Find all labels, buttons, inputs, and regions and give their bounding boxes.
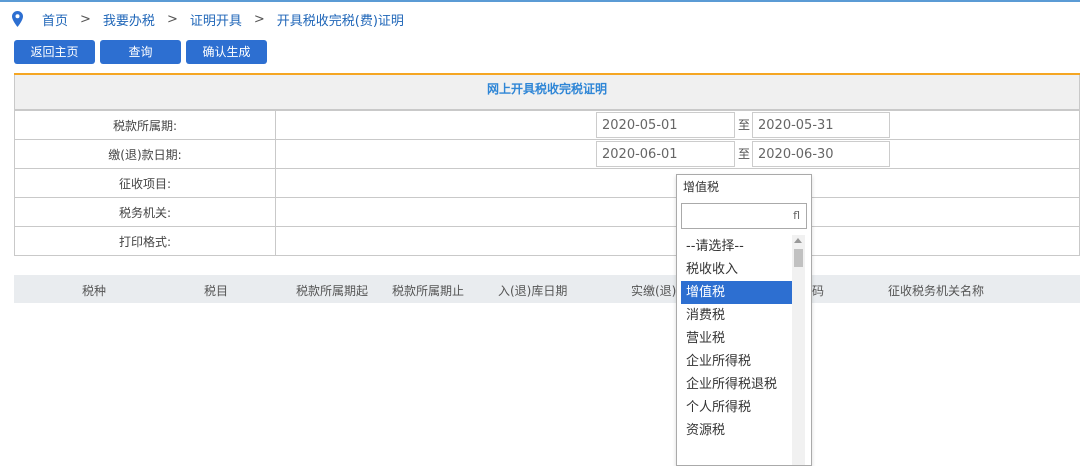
form-row-tax-office: 税务机关: bbox=[14, 197, 1080, 227]
breadcrumb-separator: > bbox=[253, 11, 265, 27]
column-header: 税种 bbox=[82, 284, 107, 298]
top-line bbox=[0, 0, 1080, 2]
pay-date-end-input[interactable]: 2020-06-30 bbox=[752, 141, 890, 167]
dropdown-scrollbar[interactable] bbox=[792, 235, 805, 465]
column-header: 税目 bbox=[204, 284, 229, 298]
tax-office-label: 税务机关: bbox=[14, 197, 276, 227]
column-header: 码 bbox=[812, 284, 825, 298]
levy-item-label: 征收项目: bbox=[14, 168, 276, 198]
back-home-button[interactable]: 返回主页 bbox=[14, 40, 95, 64]
tax-period-cell: 2020-05-01 至 2020-05-31 bbox=[275, 110, 1080, 140]
query-button[interactable]: 查询 bbox=[100, 40, 181, 64]
tax-period-label: 税款所属期: bbox=[14, 110, 276, 140]
breadcrumb-separator: > bbox=[80, 11, 91, 27]
form-row-tax-period: 税款所属期: 2020-05-01 至 2020-05-31 bbox=[14, 110, 1080, 140]
dropdown-option[interactable]: 企业所得税退税 bbox=[681, 373, 793, 396]
column-header: 实缴(退) bbox=[631, 284, 677, 298]
dropdown-option[interactable]: 资源税 bbox=[681, 419, 793, 442]
dropdown-selected-value[interactable]: 增值税 bbox=[677, 175, 809, 199]
confirm-generate-button[interactable]: 确认生成 bbox=[186, 40, 267, 64]
breadcrumb-home[interactable]: 首页 bbox=[42, 10, 68, 29]
certificate-form-panel: 网上开具税收完税证明 税款所属期: 2020-05-01 至 2020-05-3… bbox=[14, 73, 1080, 256]
breadcrumb: 首页 > 我要办税 > 证明开具 > 开具税收完税(费)证明 bbox=[12, 9, 404, 29]
column-header: 税款所属期止 bbox=[392, 284, 465, 298]
column-header: 税款所属期起 bbox=[296, 284, 369, 298]
pay-date-label: 缴(退)款日期: bbox=[14, 139, 276, 169]
dropdown-option-selected[interactable]: 增值税 bbox=[681, 281, 793, 304]
form-row-pay-date: 缴(退)款日期: 2020-06-01 至 2020-06-30 bbox=[14, 139, 1080, 169]
pay-date-start-input[interactable]: 2020-06-01 bbox=[596, 141, 735, 167]
form-table: 税款所属期: 2020-05-01 至 2020-05-31 缴(退)款日期: … bbox=[14, 110, 1080, 256]
form-row-levy-item: 征收项目: bbox=[14, 168, 1080, 198]
dropdown-option[interactable]: 个人所得税 bbox=[681, 396, 793, 419]
breadcrumb-separator: > bbox=[166, 11, 178, 27]
dropdown-options: --请选择-- 税收收入 增值税 消费税 营业税 企业所得税 企业所得税退税 个… bbox=[681, 235, 793, 442]
column-header: 入(退)库日期 bbox=[498, 284, 568, 298]
column-header: 征收税务机关名称 bbox=[888, 284, 985, 298]
dropdown-option[interactable]: --请选择-- bbox=[681, 235, 793, 258]
breadcrumb-current: 开具税收完税(费)证明 bbox=[276, 13, 404, 29]
tax-period-start-input[interactable]: 2020-05-01 bbox=[596, 112, 735, 138]
date-range-to: 至 bbox=[738, 147, 751, 161]
dropdown-search-input[interactable]: fl bbox=[681, 203, 807, 229]
breadcrumb-tax-service[interactable]: 我要办税 bbox=[103, 10, 155, 29]
result-grid-header: 税种 税目 税款所属期起 税款所属期止 入(退)库日期 实缴(退) 码 征收税务… bbox=[14, 275, 1080, 303]
date-range-to: 至 bbox=[738, 118, 751, 132]
toolbar: 返回主页 查询 确认生成 bbox=[14, 40, 267, 64]
dropdown-option[interactable]: 消费税 bbox=[681, 304, 793, 327]
scroll-up-arrow-icon[interactable] bbox=[794, 238, 802, 243]
breadcrumb-certificate[interactable]: 证明开具 bbox=[190, 10, 242, 29]
dropdown-option[interactable]: 营业税 bbox=[681, 327, 793, 350]
dropdown-option[interactable]: 税收收入 bbox=[681, 258, 793, 281]
dropdown-option[interactable]: 企业所得税 bbox=[681, 350, 793, 373]
levy-item-dropdown[interactable]: 增值税 fl --请选择-- 税收收入 增值税 消费税 营业税 企业所得税 企业… bbox=[676, 174, 812, 466]
tax-period-end-input[interactable]: 2020-05-31 bbox=[752, 112, 890, 138]
pay-date-cell: 2020-06-01 至 2020-06-30 bbox=[275, 139, 1080, 169]
search-icon: fl bbox=[793, 209, 800, 222]
location-pin-icon bbox=[12, 11, 23, 27]
form-row-print-format: 打印格式: bbox=[14, 226, 1080, 256]
scrollbar-thumb[interactable] bbox=[794, 249, 803, 267]
form-title: 网上开具税收完税证明 bbox=[14, 75, 1080, 110]
print-format-label: 打印格式: bbox=[14, 226, 276, 256]
